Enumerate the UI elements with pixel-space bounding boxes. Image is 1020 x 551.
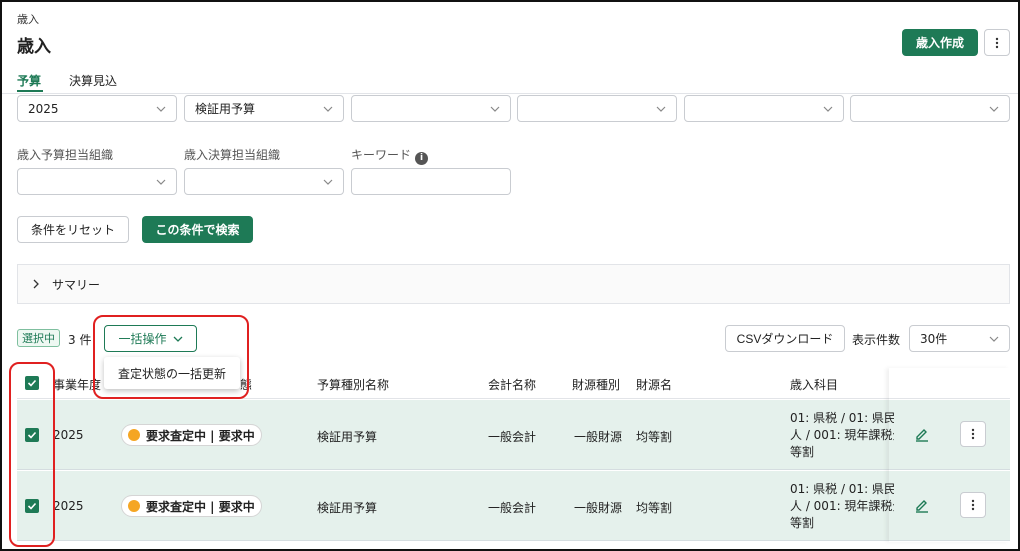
column-revenue-subject[interactable]: 歳入科目 bbox=[790, 376, 838, 393]
filter-select-5[interactable] bbox=[684, 95, 844, 122]
keyword-label: キーワード i bbox=[351, 146, 429, 165]
column-fiscal-year[interactable]: 事業年度 bbox=[53, 376, 101, 393]
status-text: 要求査定中 | 要求中 bbox=[146, 499, 255, 514]
filter-select-3[interactable] bbox=[351, 95, 511, 122]
subject-line: 01: 県税 / 01: 県民税 bbox=[790, 411, 894, 425]
keyword-label-text: キーワード bbox=[351, 148, 412, 162]
check-icon bbox=[27, 502, 37, 510]
chevron-down-icon bbox=[323, 103, 333, 113]
column-status[interactable]: 態 bbox=[240, 376, 252, 393]
tab-divider bbox=[2, 93, 1018, 94]
budget-type-value: 検証用予算 bbox=[195, 102, 256, 116]
cell-revenue-subject: 01: 県税 / 01: 県民税 人 / 001: 現年課税分 等割 bbox=[790, 410, 894, 461]
breadcrumb[interactable]: 歳入 bbox=[17, 11, 39, 27]
fiscal-year-value: 2025 bbox=[28, 101, 59, 116]
cell-fund-type: 一般財源 bbox=[574, 501, 623, 515]
chevron-down-icon bbox=[490, 103, 500, 113]
table-row[interactable]: 2025 要求査定中 | 要求中 検証用予算 一般会計 一般財源 均等割 01:… bbox=[17, 400, 1010, 470]
cell-revenue-subject: 01: 県税 / 01: 県民税 人 / 001: 現年課税分 等割 bbox=[790, 481, 894, 532]
kebab-icon bbox=[971, 499, 975, 511]
column-fund-type[interactable]: 財源種別 bbox=[572, 376, 620, 393]
info-icon[interactable]: i bbox=[415, 152, 429, 165]
status-text: 要求査定中 | 要求中 bbox=[146, 428, 255, 443]
reset-filters-button[interactable]: 条件をリセット bbox=[17, 216, 129, 243]
tab-active-indicator bbox=[17, 90, 43, 92]
column-account[interactable]: 会計名称 bbox=[488, 376, 536, 393]
bulk-update-assessment-menu-item[interactable]: 査定状態の一括更新 bbox=[104, 357, 240, 389]
csv-download-button[interactable]: CSVダウンロード bbox=[725, 325, 845, 352]
per-page-select[interactable]: 30件 bbox=[909, 325, 1010, 352]
page-title: 歳入 bbox=[17, 37, 51, 57]
status-dot-icon bbox=[128, 429, 140, 441]
subject-line: 01: 県税 / 01: 県民税 bbox=[790, 482, 894, 496]
budget-org-select[interactable] bbox=[17, 168, 177, 195]
chevron-down-icon bbox=[156, 176, 166, 186]
summary-label: サマリー bbox=[52, 277, 101, 292]
bulk-action-label: 一括操作 bbox=[118, 332, 167, 346]
row-checkbox[interactable] bbox=[25, 499, 39, 513]
selected-badge: 選択中 bbox=[17, 329, 60, 347]
column-fund-name[interactable]: 財源名 bbox=[636, 376, 672, 393]
edit-icon[interactable] bbox=[913, 496, 931, 514]
tab-budget[interactable]: 予算 bbox=[17, 72, 41, 89]
cell-fund-name: 均等割 bbox=[636, 430, 673, 444]
filter-select-6[interactable] bbox=[850, 95, 1010, 122]
table-row[interactable]: 2025 要求査定中 | 要求中 検証用予算 一般会計 一般財源 均等割 01:… bbox=[17, 471, 1010, 541]
subject-line: 人 / 001: 現年課税分 bbox=[790, 428, 894, 442]
cell-account: 一般会計 bbox=[488, 430, 537, 444]
cell-fiscal-year: 2025 bbox=[53, 428, 84, 442]
per-page-label: 表示件数 bbox=[852, 333, 901, 347]
cell-budget-type: 検証用予算 bbox=[317, 501, 378, 515]
check-icon bbox=[27, 379, 37, 387]
row-more-button[interactable] bbox=[960, 421, 986, 447]
status-badge: 要求査定中 | 要求中 bbox=[121, 495, 262, 517]
chevron-down-icon bbox=[323, 176, 333, 186]
cell-fiscal-year: 2025 bbox=[53, 499, 84, 513]
subject-line: 等割 bbox=[790, 516, 815, 530]
cell-fund-type: 一般財源 bbox=[574, 430, 623, 444]
settlement-org-label: 歳入決算担当組織 bbox=[184, 148, 281, 162]
column-budget-type[interactable]: 予算種別名称 bbox=[317, 376, 389, 393]
filter-select-4[interactable] bbox=[517, 95, 677, 122]
bulk-action-button[interactable]: 一括操作 bbox=[104, 325, 197, 352]
chevron-down-icon bbox=[173, 336, 182, 342]
kebab-icon bbox=[971, 428, 975, 440]
fiscal-year-select[interactable]: 2025 bbox=[17, 95, 177, 122]
edit-icon[interactable] bbox=[913, 425, 931, 443]
keyword-input[interactable] bbox=[351, 168, 511, 195]
budget-type-select[interactable]: 検証用予算 bbox=[184, 95, 344, 122]
per-page-value: 30件 bbox=[920, 332, 948, 346]
chevron-down-icon bbox=[989, 333, 999, 343]
chevron-down-icon bbox=[823, 103, 833, 113]
cell-account: 一般会計 bbox=[488, 501, 537, 515]
select-all-checkbox[interactable] bbox=[25, 376, 39, 390]
status-badge: 要求査定中 | 要求中 bbox=[121, 424, 262, 446]
row-checkbox[interactable] bbox=[25, 428, 39, 442]
cell-fund-name: 均等割 bbox=[636, 501, 673, 515]
create-revenue-button[interactable]: 歳入作成 bbox=[902, 29, 978, 56]
chevron-down-icon bbox=[989, 103, 999, 113]
kebab-icon bbox=[995, 37, 999, 48]
budget-org-label: 歳入予算担当組織 bbox=[17, 148, 114, 162]
more-menu-button[interactable] bbox=[984, 29, 1010, 56]
row-more-button[interactable] bbox=[960, 492, 986, 518]
selected-count: 3 件 bbox=[68, 333, 92, 347]
search-button[interactable]: この条件で検索 bbox=[142, 216, 253, 243]
settlement-org-select[interactable] bbox=[184, 168, 344, 195]
chevron-down-icon bbox=[656, 103, 666, 113]
chevron-right-icon bbox=[33, 279, 39, 289]
tab-settlement-forecast[interactable]: 決算見込 bbox=[69, 72, 117, 89]
summary-accordion[interactable]: サマリー bbox=[17, 264, 1010, 304]
chevron-down-icon bbox=[156, 103, 166, 113]
subject-line: 等割 bbox=[790, 445, 815, 459]
subject-line: 人 / 001: 現年課税分 bbox=[790, 499, 894, 513]
sticky-actions-column bbox=[889, 368, 1010, 542]
cell-budget-type: 検証用予算 bbox=[317, 430, 378, 444]
check-icon bbox=[27, 431, 37, 439]
status-dot-icon bbox=[128, 500, 140, 512]
